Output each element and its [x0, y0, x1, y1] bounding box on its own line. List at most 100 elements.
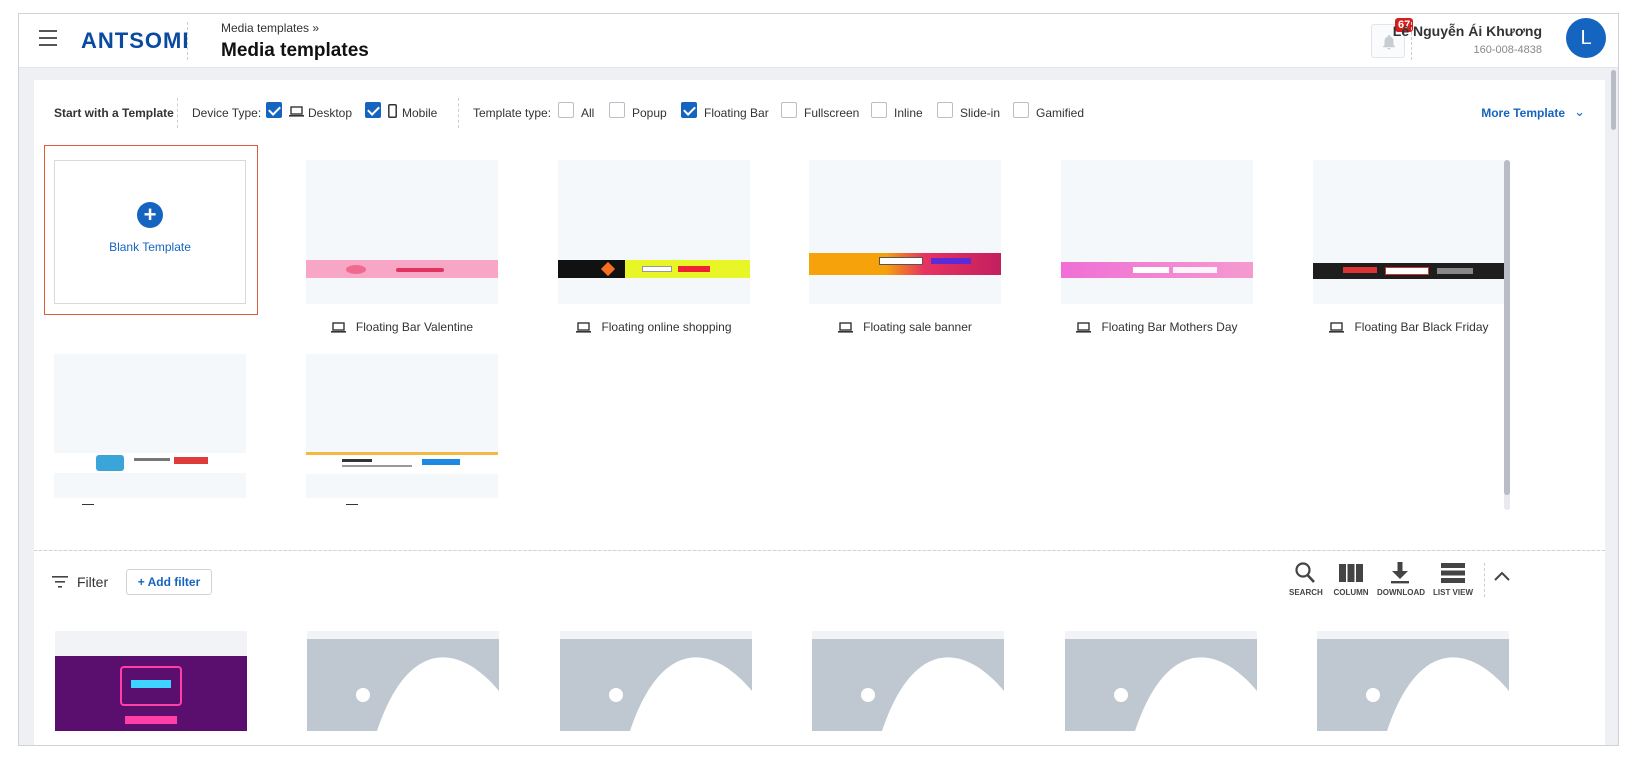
- type-fullscreen-checkbox[interactable]: [781, 102, 797, 118]
- template-name: Floating Bar Mothers Day: [1101, 320, 1238, 334]
- type-gamified-checkbox[interactable]: [1013, 102, 1029, 118]
- blank-template-label: Blank Template: [109, 240, 191, 254]
- column-tool-button[interactable]: COLUMN: [1333, 561, 1369, 597]
- mobile-icon: [388, 104, 397, 118]
- template-thumbnail: [306, 160, 498, 304]
- media-card[interactable]: [55, 631, 247, 731]
- template-caption: Floating Bar Valentine: [306, 320, 498, 334]
- divider: [458, 98, 459, 128]
- floating-bar-preview: [558, 260, 750, 278]
- template-thumbnail: [306, 354, 498, 498]
- type-popup-checkbox[interactable]: [609, 102, 625, 118]
- mobile-label[interactable]: Mobile: [402, 106, 437, 120]
- avatar[interactable]: L: [1566, 18, 1606, 58]
- device-type-label: Device Type:: [192, 106, 262, 120]
- type-all-label[interactable]: All: [581, 106, 594, 120]
- divider: [177, 98, 178, 128]
- user-name: Lê Nguyễn Ái Khương: [1392, 23, 1542, 39]
- image-placeholder-icon: [812, 639, 1004, 731]
- laptop-icon: [1076, 322, 1092, 333]
- add-filter-button[interactable]: + Add filter: [126, 569, 212, 595]
- list-view-tool-label: LIST VIEW: [1433, 588, 1473, 597]
- media-preview: [55, 656, 247, 731]
- type-floating-bar-label[interactable]: Floating Bar: [704, 106, 769, 120]
- template-thumbnail: [558, 160, 750, 304]
- column-icon: [1339, 564, 1363, 582]
- floating-bar-preview: [306, 260, 498, 278]
- template-thumbnail: [809, 160, 1001, 304]
- template-caption: Floating sale banner: [809, 320, 1001, 334]
- floating-bar-preview: [1313, 263, 1505, 279]
- type-gamified-label[interactable]: Gamified: [1036, 106, 1084, 120]
- media-card[interactable]: [560, 631, 752, 731]
- media-list-panel: Filter + Add filter SEARCH COLUMN DOWNLO…: [34, 551, 1605, 745]
- media-card[interactable]: [307, 631, 499, 731]
- desktop-checkbox[interactable]: [266, 102, 282, 118]
- floating-bar-preview: [1061, 262, 1253, 278]
- list-view-tool-button[interactable]: LIST VIEW: [1432, 561, 1474, 597]
- list-view-icon: [1441, 563, 1465, 583]
- search-icon: [1295, 562, 1315, 583]
- floating-bar-preview: [54, 453, 246, 473]
- image-placeholder-icon: [560, 639, 752, 731]
- app-window: ANTSOMI Media templates » Media template…: [18, 13, 1619, 746]
- type-fullscreen-label[interactable]: Fullscreen: [804, 106, 859, 120]
- blank-template-card[interactable]: + Blank Template: [54, 160, 246, 304]
- image-placeholder-icon: [1317, 639, 1509, 731]
- laptop-icon: [576, 322, 592, 333]
- menu-icon[interactable]: [39, 30, 57, 46]
- plus-icon: +: [137, 575, 148, 589]
- laptop-icon: [1329, 322, 1345, 333]
- chevron-up-icon[interactable]: [1494, 571, 1510, 581]
- template-name: Floating sale banner: [863, 320, 972, 334]
- top-header: ANTSOMI Media templates » Media template…: [19, 14, 1618, 68]
- image-placeholder-icon: [1065, 639, 1257, 731]
- search-tool-button[interactable]: SEARCH: [1289, 561, 1323, 597]
- type-inline-label[interactable]: Inline: [894, 106, 923, 120]
- type-slide-in-label[interactable]: Slide-in: [960, 106, 1000, 120]
- download-tool-label: DOWNLOAD: [1377, 588, 1425, 597]
- media-card[interactable]: [1065, 631, 1257, 731]
- template-type-label: Template type:: [473, 106, 552, 120]
- user-id: 160-008-4838: [1473, 44, 1542, 56]
- template-thumbnail: [54, 354, 246, 498]
- media-card[interactable]: [1317, 631, 1509, 731]
- add-filter-label: Add filter: [147, 575, 201, 589]
- type-all-checkbox[interactable]: [558, 102, 574, 118]
- template-panel: Start with a Template Device Type: Deskt…: [34, 80, 1605, 550]
- media-card[interactable]: [812, 631, 1004, 731]
- mobile-checkbox[interactable]: [365, 102, 381, 118]
- image-placeholder-icon: [307, 639, 499, 731]
- plus-icon: +: [137, 202, 163, 228]
- divider: [187, 22, 188, 60]
- template-toolbar: Start with a Template Device Type: Deskt…: [34, 80, 1605, 134]
- desktop-label[interactable]: Desktop: [308, 106, 352, 120]
- type-inline-checkbox[interactable]: [871, 102, 887, 118]
- floating-bar-preview: [306, 452, 498, 474]
- template-thumbnail: [1061, 160, 1253, 304]
- logo[interactable]: ANTSOMI: [81, 28, 189, 54]
- start-label: Start with a Template: [54, 106, 174, 120]
- breadcrumb[interactable]: Media templates »: [221, 21, 319, 35]
- template-name: Floating Bar Black Friday: [1354, 320, 1489, 334]
- floating-bar-preview: [809, 253, 1001, 275]
- page-scrollbar-thumb[interactable]: [1611, 70, 1616, 130]
- filter-icon[interactable]: [52, 576, 68, 588]
- scrollbar-thumb[interactable]: [1504, 160, 1510, 495]
- laptop-icon: [838, 322, 854, 333]
- search-tool-label: SEARCH: [1289, 588, 1323, 597]
- filter-label[interactable]: Filter: [77, 574, 108, 590]
- divider: [1484, 563, 1485, 597]
- type-floating-bar-checkbox[interactable]: [681, 102, 697, 118]
- template-name: Floating Bar Valentine: [355, 320, 474, 334]
- chevron-down-icon[interactable]: ⌄: [1574, 104, 1585, 120]
- template-name: Floating online shopping: [601, 320, 732, 334]
- type-slide-in-checkbox[interactable]: [937, 102, 953, 118]
- laptop-icon: [289, 106, 304, 117]
- template-caption: Floating online shopping: [558, 320, 750, 334]
- column-tool-label: COLUMN: [1333, 588, 1369, 597]
- more-template-link[interactable]: More Template: [1481, 106, 1565, 120]
- template-thumbnail: [1313, 160, 1505, 304]
- download-tool-button[interactable]: DOWNLOAD: [1377, 561, 1425, 597]
- type-popup-label[interactable]: Popup: [632, 106, 667, 120]
